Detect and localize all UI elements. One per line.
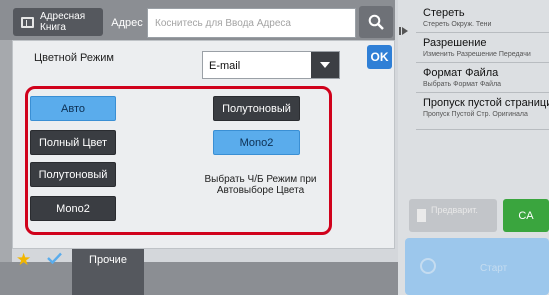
- address-book-label: Адресная Книга: [40, 11, 86, 33]
- top-bar: Адресная Книга Адрес Коснитесь для Ввода…: [0, 0, 395, 40]
- menu-item-title: Разрешение: [423, 37, 487, 49]
- menu-item-subtitle: Изменить Разрешение Передачи: [423, 51, 531, 58]
- menu-item-title: Формат Файла: [423, 67, 499, 79]
- auto-bw-grayscale-button[interactable]: Полутоновый: [213, 96, 300, 121]
- address-input[interactable]: Коснитесь для Ввода Адреса: [147, 8, 356, 38]
- other-button[interactable]: Прочие: [72, 248, 144, 295]
- mono2-button[interactable]: Mono2: [30, 196, 116, 221]
- menu-item-file-format[interactable]: Формат Файла Выбрать Формат Файла: [416, 66, 549, 93]
- mode-select[interactable]: E-mail: [202, 51, 340, 79]
- menu-item-subtitle: Выбрать Формат Файла: [423, 81, 502, 88]
- mode-select-value: E-mail: [209, 60, 241, 72]
- favorite-button[interactable]: ★: [11, 247, 39, 295]
- menu-item-title: Стереть: [423, 7, 465, 19]
- start-button[interactable]: Старт: [405, 238, 549, 295]
- color-auto-button[interactable]: Авто: [30, 96, 116, 121]
- full-color-button[interactable]: Полный Цвет: [30, 130, 116, 155]
- search-button[interactable]: [359, 6, 393, 38]
- ca-button[interactable]: CA: [503, 199, 549, 232]
- right-menu: Стереть Стереть Окруж. Тени Разрешение И…: [416, 6, 549, 133]
- start-icon: [420, 258, 436, 274]
- address-book-icon: [21, 16, 34, 28]
- ok-button[interactable]: OK: [367, 45, 392, 69]
- address-label: Адрес: [111, 17, 143, 29]
- auto-bw-mono2-button[interactable]: Mono2: [213, 130, 300, 155]
- left-edge-strip: [0, 40, 12, 262]
- grayscale-button[interactable]: Полутоновый: [30, 162, 116, 187]
- menu-item-blank-page-skip[interactable]: Пропуск пустой страници Пропуск Пустой С…: [416, 96, 549, 130]
- color-mode-label: Цветной Режим: [34, 52, 114, 64]
- menu-item-erase[interactable]: Стереть Стереть Окруж. Тени: [416, 6, 549, 33]
- checkmark-icon: [47, 252, 62, 264]
- menu-item-title: Пропуск пустой страници: [423, 97, 549, 109]
- start-label: Старт: [480, 263, 508, 274]
- chevron-down-icon[interactable]: [311, 52, 339, 78]
- menu-item-resolution[interactable]: Разрешение Изменить Разрешение Передачи: [416, 36, 549, 63]
- other-label: Прочие: [89, 254, 127, 266]
- preview-icon: [417, 209, 426, 222]
- preview-button[interactable]: Предварит.: [409, 199, 497, 232]
- check-button[interactable]: [41, 248, 67, 295]
- address-book-button[interactable]: Адресная Книга: [13, 8, 103, 36]
- search-icon: [368, 14, 384, 30]
- preview-label: Предварит.: [431, 205, 478, 215]
- menu-item-subtitle: Пропуск Пустой Стр. Оригинала: [423, 111, 528, 118]
- auto-bw-description: Выбрать Ч/Б Режим при Автовыборе Цвета: [204, 174, 317, 196]
- expand-arrow-icon[interactable]: [399, 27, 408, 35]
- star-icon: ★: [16, 250, 32, 269]
- menu-item-subtitle: Стереть Окруж. Тени: [423, 21, 492, 28]
